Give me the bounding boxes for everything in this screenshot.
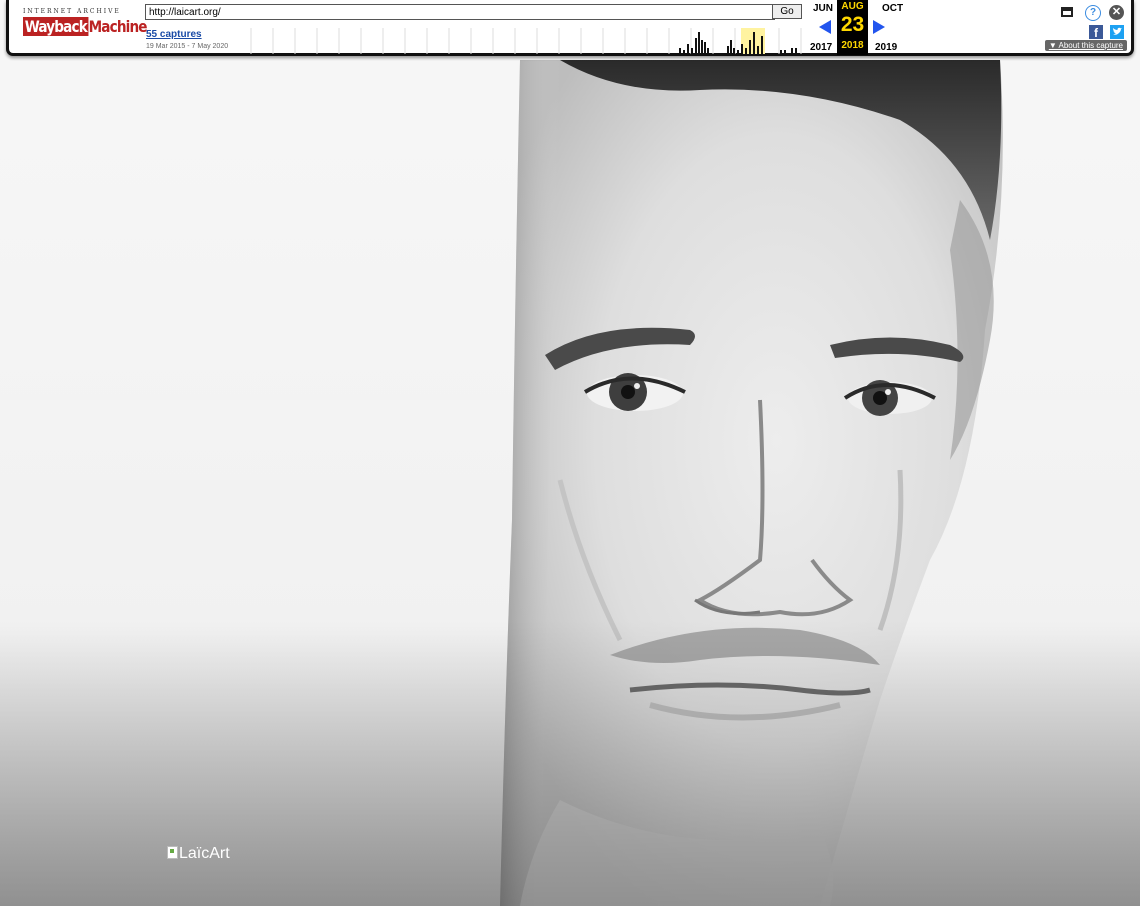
site-logo-broken-image[interactable]: LaïcArt — [167, 845, 230, 863]
next-month-label[interactable]: OCT — [882, 3, 903, 14]
wayback-toolbar: INTERNET ARCHIVE WaybackMachine Go 55 ca… — [6, 0, 1134, 56]
sparkline-bar — [753, 32, 755, 54]
sparkline-bar — [691, 48, 693, 54]
sparkline-bar — [795, 48, 797, 54]
wayback-logo-internet-archive: INTERNET ARCHIVE — [23, 8, 121, 15]
go-button[interactable]: Go — [772, 4, 802, 19]
current-month-label: AUG — [841, 1, 864, 12]
about-capture-label: About this capture — [1058, 41, 1123, 50]
prev-capture-arrow-icon[interactable] — [819, 20, 831, 34]
prev-year-label[interactable]: 2017 — [810, 42, 832, 53]
sparkline-bar — [749, 40, 751, 54]
about-capture-button[interactable]: ▼ About this capture — [1044, 40, 1127, 51]
page-bottom-edge — [0, 906, 1140, 912]
prev-month-label[interactable]: JUN — [813, 3, 833, 14]
sparkline-bar — [780, 50, 782, 54]
capture-range-text: 19 Mar 2015 - 7 May 2020 — [146, 43, 229, 50]
sparkline-bar — [745, 48, 747, 54]
current-capture-date: AUG 23 2018 — [837, 0, 868, 55]
sparkline-bar — [687, 44, 689, 54]
facebook-share-icon[interactable]: f — [1089, 25, 1103, 40]
wayback-url-input[interactable] — [145, 4, 775, 20]
sparkline-bar — [761, 36, 763, 54]
wayback-logo-wayback: Wayback — [23, 17, 89, 36]
hero-portrait-image — [0, 0, 1140, 906]
sparkline-bar — [704, 42, 706, 54]
sparkline-bar — [698, 32, 700, 54]
broken-image-icon — [167, 846, 178, 859]
sparkline-bar — [791, 48, 793, 54]
sparkline-bar — [741, 44, 743, 54]
sparkline-bar — [727, 46, 729, 54]
sparkline-bar — [737, 50, 739, 54]
sparkline-bar — [757, 46, 759, 54]
sparkline-bar — [784, 50, 786, 54]
wayback-logo-machine: Machine — [88, 17, 148, 36]
wayback-logo[interactable]: INTERNET ARCHIVE Wayback Machine — [23, 8, 148, 46]
minimize-toolbar-icon[interactable] — [1061, 7, 1073, 17]
sparkline-bar — [701, 40, 703, 54]
current-day-label: 23 — [840, 13, 865, 36]
portrait-illustration — [0, 0, 1140, 906]
sparkline-bar — [679, 48, 681, 54]
sparkline-bar — [707, 48, 709, 54]
next-year-label[interactable]: 2019 — [875, 42, 897, 53]
sparkline-bar — [733, 48, 735, 54]
sparkline-bar — [695, 38, 697, 54]
twitter-bird-icon — [1112, 27, 1122, 35]
help-icon[interactable]: ? — [1085, 5, 1101, 21]
capture-sparkline[interactable] — [243, 28, 803, 54]
twitter-share-icon[interactable] — [1110, 25, 1124, 39]
sparkline-year-grid — [250, 28, 802, 54]
next-capture-arrow-icon[interactable] — [873, 20, 885, 34]
close-toolbar-icon[interactable]: ✕ — [1109, 5, 1124, 20]
wayback-logo-wordmark: Wayback Machine — [23, 17, 148, 36]
site-logo-alt-text: LaïcArt — [179, 845, 230, 862]
captures-link[interactable]: 55 captures — [146, 29, 202, 40]
sparkline-bar — [683, 50, 685, 54]
sparkline-bar — [730, 40, 732, 54]
current-year-label: 2018 — [841, 40, 864, 51]
